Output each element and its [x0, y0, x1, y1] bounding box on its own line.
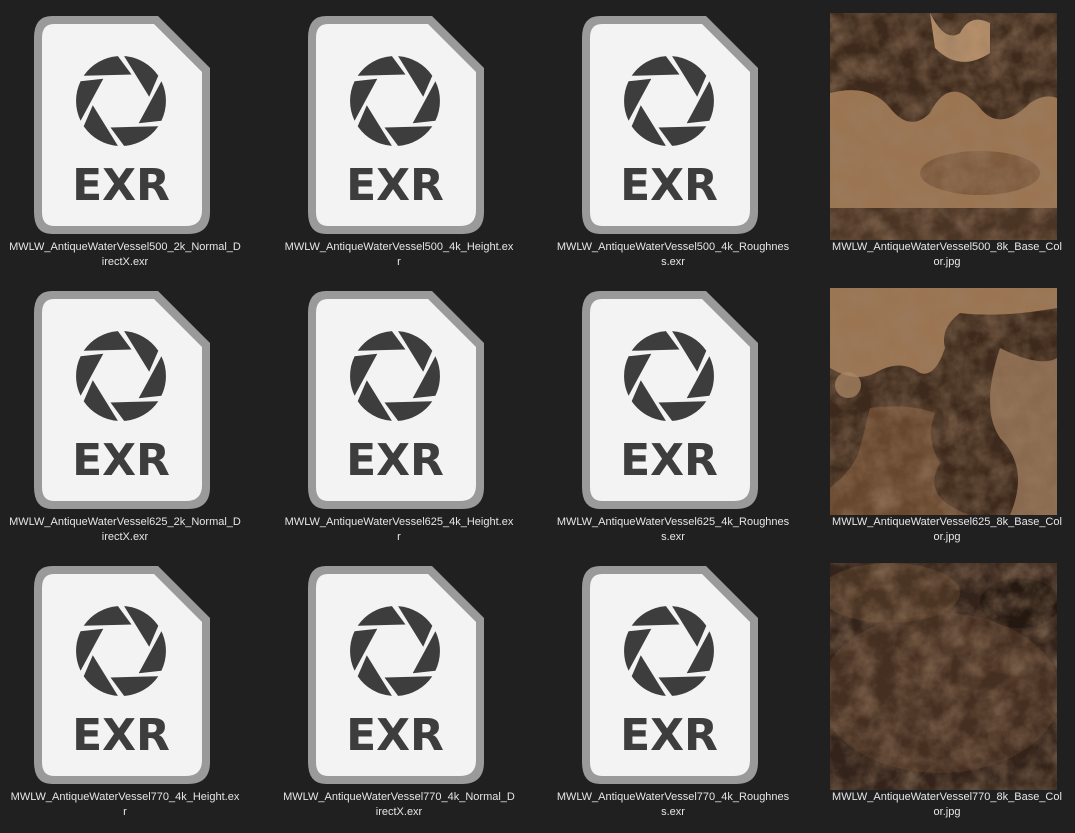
file-name-label: MWLW_AntiqueWaterVessel625_8k_Base_Color… [824, 515, 1070, 545]
file-name-line: MWLW_AntiqueWaterVessel625_4k_Height.ex [284, 516, 514, 528]
file-name-label: MWLW_AntiqueWaterVessel500_4k_Roughnes s.… [550, 240, 796, 270]
file-name-label: MWLW_AntiqueWaterVessel770_4k_Roughnes s.… [550, 790, 796, 820]
exr-file-icon: EXR [34, 16, 210, 234]
file-name-line: MWLW_AntiqueWaterVessel500_4k_Height.ex [284, 241, 514, 253]
file-name-label: MWLW_AntiqueWaterVessel625_4k_Height.exr [276, 515, 522, 545]
exr-icon-text: EXR [72, 710, 170, 761]
exr-file-icon: EXR [308, 291, 484, 509]
texture-thumbnail [830, 288, 1057, 515]
file-name-label: MWLW_AntiqueWaterVessel770_4k_Height.exr [2, 790, 248, 820]
file-item[interactable]: EXR MWLW_AntiqueWaterVessel770_4k_Height.… [2, 554, 248, 826]
file-thumbnail[interactable]: EXR [550, 14, 796, 240]
file-item[interactable]: EXR MWLW_AntiqueWaterVessel770_4k_Normal_… [276, 554, 522, 826]
texture-thumbnail [830, 563, 1057, 790]
file-name-label: MWLW_AntiqueWaterVessel770_4k_Normal_Dir… [276, 790, 522, 820]
exr-file-icon: EXR [582, 16, 758, 234]
file-name-line: MWLW_AntiqueWaterVessel770_4k_Height.ex [10, 791, 240, 803]
file-name-label: MWLW_AntiqueWaterVessel625_4k_Roughnes s.… [550, 515, 796, 545]
file-name-label: MWLW_AntiqueWaterVessel500_2k_Normal_Dir… [2, 240, 248, 270]
file-name-line: MWLW_AntiqueWaterVessel500_2k_Normal_D [9, 241, 241, 253]
exr-icon-text: EXR [620, 435, 718, 486]
file-name-label: MWLW_AntiqueWaterVessel625_2k_Normal_Dir… [2, 515, 248, 545]
file-name-label: MWLW_AntiqueWaterVessel500_4k_Height.exr [276, 240, 522, 270]
file-grid: EXR MWLW_AntiqueWaterVessel500_2k_Normal_… [0, 0, 1075, 833]
file-thumbnail[interactable]: EXR [2, 289, 248, 515]
exr-icon-text: EXR [346, 160, 444, 211]
texture-thumbnail [830, 13, 1057, 240]
exr-file-icon: EXR [34, 566, 210, 784]
file-name-line: irectX.exr [101, 256, 149, 268]
file-thumbnail[interactable]: EXR [2, 564, 248, 790]
exr-file-icon: EXR [308, 16, 484, 234]
file-name-label: MWLW_AntiqueWaterVessel500_8k_Base_Color… [824, 240, 1070, 270]
file-thumbnail[interactable] [824, 13, 1070, 240]
exr-file-icon: EXR [582, 566, 758, 784]
file-name-line: s.exr [661, 806, 685, 818]
file-name-line: or.jpg [933, 256, 961, 268]
exr-file-icon: EXR [34, 291, 210, 509]
file-item[interactable]: MWLW_AntiqueWaterVessel625_8k_Base_Color… [824, 279, 1070, 551]
file-thumbnail[interactable] [824, 563, 1070, 790]
exr-icon-text: EXR [620, 160, 718, 211]
file-item[interactable]: EXR MWLW_AntiqueWaterVessel500_4k_Roughne… [550, 4, 796, 276]
file-thumbnail[interactable]: EXR [276, 14, 522, 240]
file-name-line: r [123, 806, 127, 818]
file-name-line: MWLW_AntiqueWaterVessel770_8k_Base_Col [832, 791, 1062, 803]
file-item[interactable]: MWLW_AntiqueWaterVessel500_8k_Base_Color… [824, 4, 1070, 276]
file-name-line: s.exr [661, 531, 685, 543]
file-name-line: MWLW_AntiqueWaterVessel770_4k_Roughnes [556, 791, 790, 803]
file-thumbnail[interactable]: EXR [2, 14, 248, 240]
file-thumbnail[interactable]: EXR [550, 564, 796, 790]
exr-icon-text: EXR [72, 435, 170, 486]
file-name-line: irectX.exr [375, 806, 423, 818]
file-name-line: MWLW_AntiqueWaterVessel625_2k_Normal_D [9, 516, 241, 528]
file-item[interactable]: EXR MWLW_AntiqueWaterVessel770_4k_Roughne… [550, 554, 796, 826]
exr-icon-text: EXR [346, 710, 444, 761]
file-name-line: irectX.exr [101, 531, 149, 543]
exr-icon-text: EXR [620, 710, 718, 761]
file-item[interactable]: EXR MWLW_AntiqueWaterVessel625_4k_Height.… [276, 279, 522, 551]
file-name-line: or.jpg [933, 806, 961, 818]
exr-icon-text: EXR [346, 435, 444, 486]
file-name-line: MWLW_AntiqueWaterVessel500_4k_Roughnes [556, 241, 790, 253]
file-item[interactable]: MWLW_AntiqueWaterVessel770_8k_Base_Color… [824, 554, 1070, 826]
file-thumbnail[interactable]: EXR [276, 564, 522, 790]
file-item[interactable]: EXR MWLW_AntiqueWaterVessel625_2k_Normal_… [2, 279, 248, 551]
file-thumbnail[interactable]: EXR [276, 289, 522, 515]
exr-file-icon: EXR [308, 566, 484, 784]
file-name-line: MWLW_AntiqueWaterVessel500_8k_Base_Col [832, 241, 1062, 253]
file-item[interactable]: EXR MWLW_AntiqueWaterVessel625_4k_Roughne… [550, 279, 796, 551]
file-name-line: r [397, 256, 401, 268]
file-name-line: or.jpg [933, 531, 961, 543]
file-name-line: MWLW_AntiqueWaterVessel625_4k_Roughnes [556, 516, 790, 528]
file-name-label: MWLW_AntiqueWaterVessel770_8k_Base_Color… [824, 790, 1070, 820]
file-name-line: MWLW_AntiqueWaterVessel770_4k_Normal_D [283, 791, 515, 803]
file-name-line: r [397, 531, 401, 543]
exr-icon-text: EXR [72, 160, 170, 211]
file-name-line: MWLW_AntiqueWaterVessel625_8k_Base_Col [832, 516, 1062, 528]
file-item[interactable]: EXR MWLW_AntiqueWaterVessel500_2k_Normal_… [2, 4, 248, 276]
file-thumbnail[interactable]: EXR [550, 289, 796, 515]
file-item[interactable]: EXR MWLW_AntiqueWaterVessel500_4k_Height.… [276, 4, 522, 276]
exr-file-icon: EXR [582, 291, 758, 509]
file-thumbnail[interactable] [824, 288, 1070, 515]
file-name-line: s.exr [661, 256, 685, 268]
